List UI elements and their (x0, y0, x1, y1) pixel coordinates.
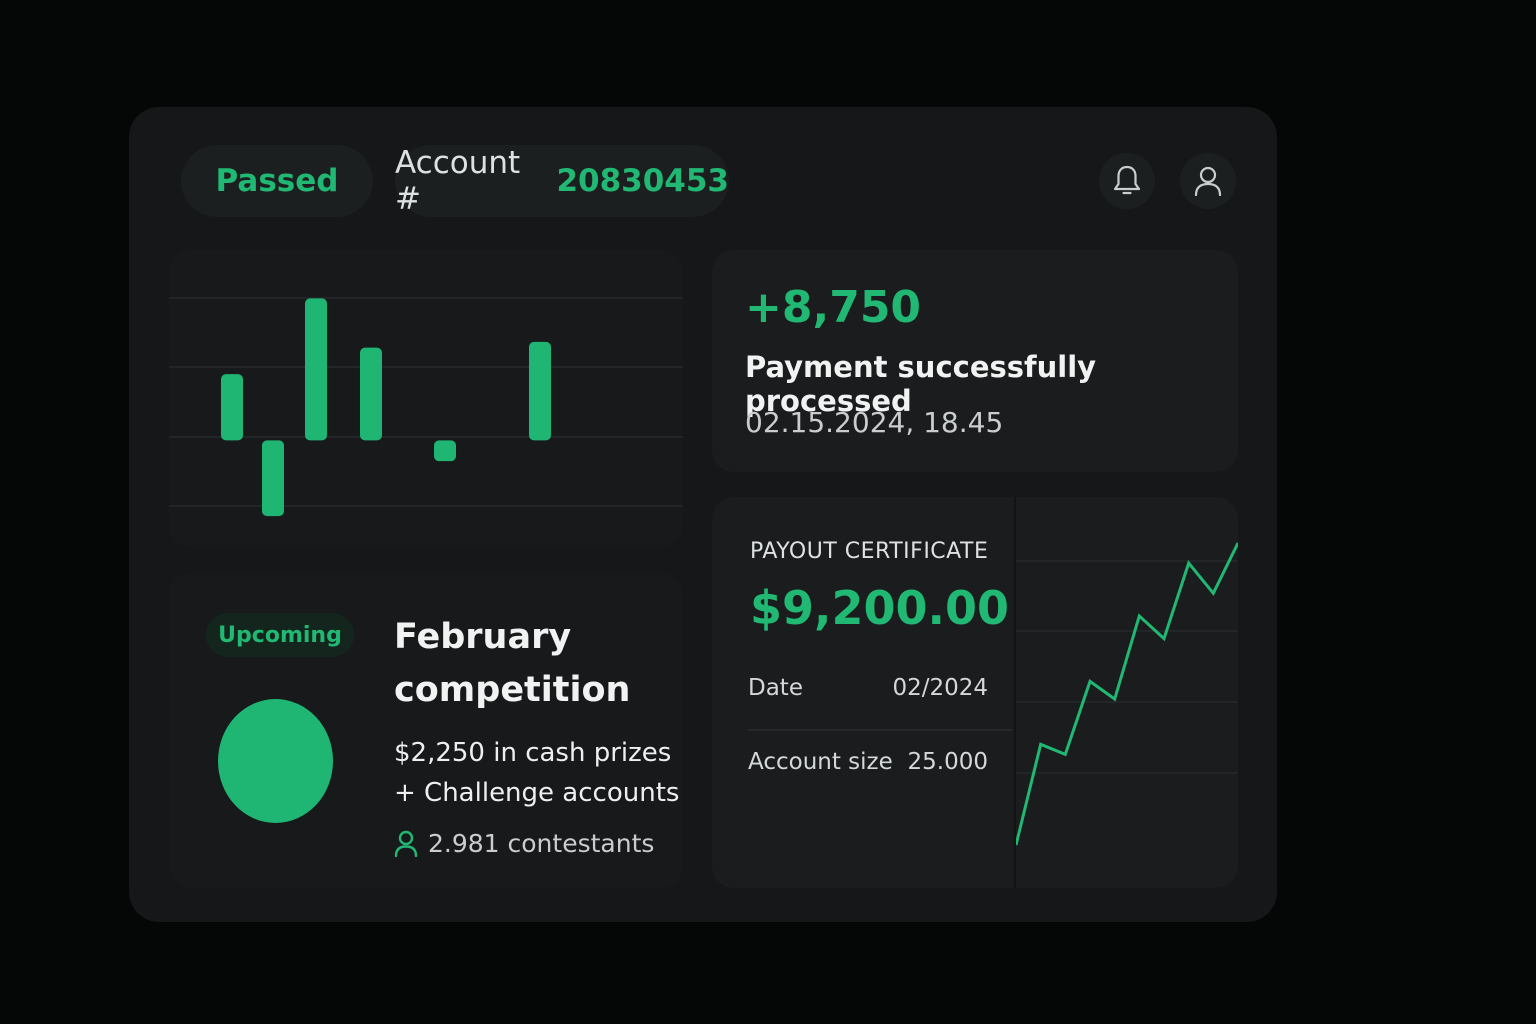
bar (434, 440, 456, 462)
profile-button[interactable] (1180, 153, 1236, 209)
upcoming-text: Upcoming (218, 622, 342, 648)
notifications-button[interactable] (1099, 153, 1155, 209)
contestants-row: 2.981 contestants (394, 829, 654, 858)
account-label: Account # (395, 145, 521, 217)
date-value: 02/2024 (892, 675, 988, 701)
payment-datetime: 02.15.2024, 18.45 (745, 406, 1004, 439)
contestants-count: 2.981 contestants (428, 829, 655, 858)
dashboard-panel: Passed Account # 20830453 +8,750 Payment… (129, 107, 1277, 922)
series-line (1016, 542, 1238, 846)
upcoming-badge: Upcoming (206, 613, 354, 657)
bar (262, 440, 284, 517)
bar (305, 298, 327, 441)
account-size-value: 25.000 (907, 749, 988, 775)
user-icon (394, 830, 418, 857)
status-text: Passed (215, 163, 339, 199)
competition-avatar (218, 699, 333, 823)
bell-icon (1113, 165, 1141, 195)
competition-title: February competition (394, 617, 631, 710)
account-number: 20830453 (556, 163, 729, 199)
prize-line-1: $2,250 in cash prizes (394, 738, 672, 768)
bar-chart (169, 297, 683, 517)
competition-card[interactable]: Upcoming February competition $2,250 in … (169, 573, 683, 888)
bar-chart-card (169, 250, 683, 547)
certificate-label: PAYOUT CERTIFICATE (750, 539, 989, 564)
bar (529, 341, 551, 441)
status-badge: Passed (181, 145, 373, 217)
line-chart (1016, 542, 1238, 846)
user-icon (1194, 166, 1222, 197)
prize-line-2: + Challenge accounts (394, 778, 680, 808)
divider (748, 729, 1012, 731)
certificate-amount: $9,200.00 (750, 581, 1009, 635)
payout-certificate-card: PAYOUT CERTIFICATE $9,200.00 Date 02/202… (712, 497, 1238, 888)
bar (360, 347, 382, 441)
payment-amount: +8,750 (745, 282, 922, 333)
account-badge: Account # 20830453 (395, 145, 729, 217)
payment-card: +8,750 Payment successfully processed 02… (712, 250, 1238, 472)
account-size-label: Account size (748, 749, 893, 775)
date-label: Date (748, 675, 803, 701)
competition-prizes: $2,250 in cash prizes + Challenge accoun… (394, 733, 683, 813)
bar (221, 374, 243, 441)
